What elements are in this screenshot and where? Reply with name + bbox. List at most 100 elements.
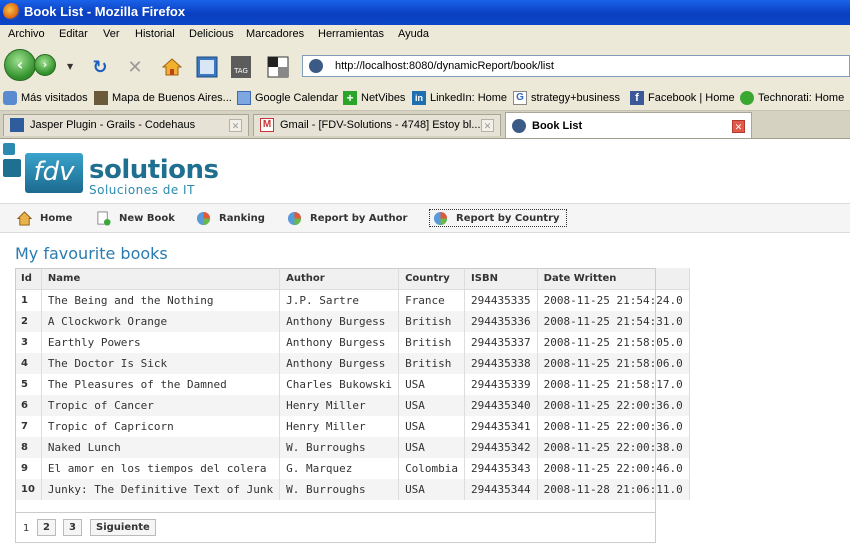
tab-gmail[interactable]: M Gmail - [FDV-Solutions - 4748] Estoy b… [253,114,501,136]
menu-marcadores[interactable]: Marcadores [246,28,304,40]
pie-chart-icon [196,211,211,225]
logo-square-large [3,159,21,177]
nav-label: Ranking [219,212,265,224]
cell-id[interactable]: 6 [15,395,42,416]
site-identity-icon[interactable] [309,59,323,73]
google-icon: G [513,91,527,105]
cell-id[interactable]: 4 [15,353,42,374]
column-header-name[interactable]: Name [41,268,281,290]
navigation-toolbar: ‹ › ▼ ↻ ✕ TAG [0,45,850,86]
bookmark-icon[interactable] [195,55,219,79]
forward-icon[interactable]: › [34,54,56,76]
cell-date: 2008-11-25 21:54:31.0 [537,311,690,332]
bookmark-strategy-business[interactable]: Gstrategy+business [513,91,620,105]
cell-id[interactable]: 10 [15,479,42,500]
cell-name: Naked Lunch [41,437,281,458]
cell-name: Earthly Powers [41,332,281,353]
cell-name: The Pleasures of the Damned [41,374,281,395]
bookmark-google-calendar[interactable]: Google Calendar [237,91,338,105]
fdv-solutions-logo: fdv solutions Soluciones de IT [3,143,219,201]
logo-square-small [3,143,15,155]
nav-report-by-country[interactable]: Report by Country [429,209,567,227]
column-header-isbn[interactable]: ISBN [464,268,538,290]
bookmark-linkedin[interactable]: in LinkedIn: Home [412,91,507,105]
cell-date: 2008-11-25 21:58:05.0 [537,332,690,353]
cell-date: 2008-11-25 22:00:36.0 [537,416,690,437]
bookmark-mapa-buenos-aires[interactable]: Mapa de Buenos Aires... [94,91,232,105]
cell-id[interactable]: 3 [15,332,42,353]
home-icon[interactable] [160,55,184,79]
screenshot-icon[interactable] [266,55,290,79]
cell-author: Henry Miller [279,416,400,437]
menu-delicious[interactable]: Delicious [189,28,234,40]
bookmark-netvibes[interactable]: + NetVibes [343,91,405,105]
stop-icon[interactable]: ✕ [123,55,147,79]
tag-icon[interactable]: TAG [229,55,253,79]
cell-id[interactable]: 5 [15,374,42,395]
cell-name: Tropic of Cancer [41,395,281,416]
bookmark-mas-visitados[interactable]: Más visitados [3,91,88,105]
cell-name: The Being and the Nothing [41,289,281,311]
menu-editar[interactable]: Editar [59,28,88,40]
window-title: Book List - Mozilla Firefox [24,4,186,19]
column-header-id[interactable]: Id [15,268,42,290]
close-tab-icon[interactable]: ✕ [229,119,242,132]
tab-book-list[interactable]: Book List ✕ [505,112,752,138]
cell-name: Tropic of Capricorn [41,416,281,437]
pagination-page-3[interactable]: 3 [63,519,82,536]
back-icon[interactable]: ‹ [4,49,36,81]
url-bar[interactable] [302,55,850,77]
reload-icon[interactable]: ↻ [88,55,112,79]
close-tab-icon[interactable]: ✕ [732,120,745,133]
nav-label: Report by Author [310,212,408,224]
cell-id[interactable]: 7 [15,416,42,437]
menu-historial[interactable]: Historial [135,28,175,40]
tab-label: Book List [532,120,583,132]
cell-date: 2008-11-25 21:58:17.0 [537,374,690,395]
bookmark-label: Mapa de Buenos Aires... [112,92,232,104]
nav-ranking[interactable]: Ranking [196,209,265,227]
bookmark-label: NetVibes [361,92,406,104]
bookmark-label: Facebook | Home [648,92,735,104]
books-table: Id Name Author Country ISBN Date Written… [15,268,690,500]
cell-id[interactable]: 8 [15,437,42,458]
cell-name: The Doctor Is Sick [41,353,281,374]
bookmark-facebook[interactable]: f Facebook | Home [630,91,735,105]
logo-wordmark: solutions [89,155,219,185]
logo-tagline: Soluciones de IT [89,183,195,197]
bookmark-label: LinkedIn: Home [430,92,508,104]
menu-bar: Archivo Editar Ver Historial Delicious M… [0,25,850,45]
close-tab-icon[interactable]: ✕ [481,119,494,132]
bookmark-label: Más visitados [21,92,88,104]
pagination-page-2[interactable]: 2 [37,519,56,536]
cell-author: W. Burroughs [279,479,400,500]
cell-author: J.P. Sartre [279,289,400,311]
cell-id[interactable]: 2 [15,311,42,332]
nav-report-by-author[interactable]: Report by Author [287,209,407,227]
nav-new-book[interactable]: New Book [96,209,175,227]
column-header-country[interactable]: Country [398,268,466,290]
nav-home[interactable]: Home [17,209,72,227]
tab-jasper-plugin[interactable]: Jasper Plugin - Grails - Codehaus ✕ [3,114,249,136]
cell-isbn: 294435343 [464,458,538,479]
cell-id[interactable]: 1 [15,289,42,311]
page-content: fdv solutions Soluciones de IT Home New … [0,139,850,558]
bookmark-technorati[interactable]: Technorati: Home [740,91,844,105]
cell-country: USA [398,437,466,458]
nav-label: Home [40,212,73,224]
pagination-next-button[interactable]: Siguiente [90,519,156,536]
menu-ayuda[interactable]: Ayuda [398,28,429,40]
menu-ver[interactable]: Ver [103,28,120,40]
bookmark-label: strategy+business [531,92,620,104]
history-dropdown-icon[interactable]: ▼ [67,62,73,71]
url-input[interactable] [335,58,835,74]
cell-id[interactable]: 9 [15,458,42,479]
column-header-author[interactable]: Author [279,268,400,290]
cell-date: 2008-11-28 21:06:11.0 [537,479,690,500]
menu-herramientas[interactable]: Herramientas [318,28,384,40]
cell-isbn: 294435340 [464,395,538,416]
column-header-date-written[interactable]: Date Written [537,268,690,290]
pagination: 1 2 3 Siguiente [15,513,656,543]
menu-archivo[interactable]: Archivo [8,28,45,40]
cell-author: G. Marquez [279,458,400,479]
